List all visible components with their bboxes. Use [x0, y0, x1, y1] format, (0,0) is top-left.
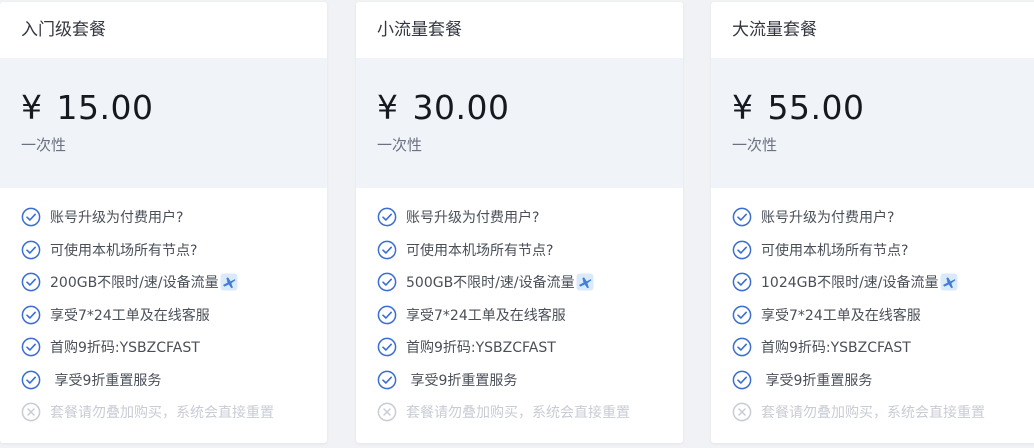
check-circle-icon [21, 207, 41, 227]
billing-period: 一次性 [732, 136, 778, 154]
price-value: 30.00 [412, 88, 510, 127]
check-circle-icon [21, 370, 41, 390]
billing-period: 一次性 [377, 136, 423, 154]
feature-text: 享受9折重置服务 [406, 372, 518, 389]
feature-text: 套餐请勿叠加购买，系统会直接重置 [50, 405, 274, 422]
check-circle-icon [732, 305, 752, 325]
check-circle-icon [377, 370, 397, 390]
feature-item: 首购9折码:YSBZCFAST [21, 331, 327, 364]
plan-title: 入门级套餐 [21, 20, 106, 40]
feature-item: 账号升级为付费用户? [377, 201, 683, 234]
feature-text: 首购9折码:YSBZCFAST [761, 340, 911, 357]
feature-list: 账号升级为付费用户? 可使用本机场所有节点? 1024GB不限时/速/设备流量 … [711, 188, 1034, 429]
feature-item: 200GB不限时/速/设备流量 [21, 266, 327, 299]
currency-symbol: ¥ [732, 88, 754, 127]
feature-item: 可使用本机场所有节点? [732, 234, 1034, 267]
feature-item: 享受7*24工单及在线客服 [377, 299, 683, 332]
feature-item: 可使用本机场所有节点? [21, 234, 327, 267]
plan-card-large[interactable]: 大流量套餐 ¥55.00 一次性 账号升级为付费用户? 可使用本机场所有节点? … [711, 2, 1034, 443]
airplane-icon [220, 273, 238, 291]
check-circle-icon [21, 305, 41, 325]
feature-text: 可使用本机场所有节点? [50, 242, 198, 259]
plan-card-small[interactable]: 小流量套餐 ¥30.00 一次性 账号升级为付费用户? 可使用本机场所有节点? … [356, 2, 683, 443]
feature-text: 可使用本机场所有节点? [761, 242, 909, 259]
check-circle-icon [732, 370, 752, 390]
price-block: ¥15.00 一次性 [0, 58, 327, 188]
feature-list: 账号升级为付费用户? 可使用本机场所有节点? 500GB不限时/速/设备流量 享… [356, 188, 683, 429]
check-circle-icon [21, 272, 41, 292]
feature-text: 可使用本机场所有节点? [406, 242, 554, 259]
price-value: 15.00 [56, 88, 154, 127]
plan-price: ¥55.00 [732, 58, 1034, 130]
feature-item: 可使用本机场所有节点? [377, 234, 683, 267]
feature-text: 500GB不限时/速/设备流量 [406, 275, 575, 292]
plan-title: 大流量套餐 [732, 20, 817, 40]
check-circle-icon [732, 240, 752, 260]
feature-item: 享受7*24工单及在线客服 [21, 299, 327, 332]
feature-text: 享受9折重置服务 [50, 372, 162, 389]
price-block: ¥30.00 一次性 [356, 58, 683, 188]
airplane-icon [576, 273, 594, 291]
check-circle-icon [21, 337, 41, 357]
feature-item-disabled: 套餐请勿叠加购买，系统会直接重置 [21, 396, 327, 429]
feature-text: 1024GB不限时/速/设备流量 [761, 275, 939, 292]
currency-symbol: ¥ [377, 88, 399, 127]
feature-text: 套餐请勿叠加购买，系统会直接重置 [761, 405, 985, 422]
feature-text: 享受9折重置服务 [761, 372, 873, 389]
plan-price: ¥15.00 [21, 58, 327, 130]
feature-text: 账号升级为付费用户? [761, 210, 895, 227]
airplane-icon [940, 273, 958, 291]
feature-text: 套餐请勿叠加购买，系统会直接重置 [406, 405, 630, 422]
currency-symbol: ¥ [21, 88, 43, 127]
feature-text: 200GB不限时/速/设备流量 [50, 275, 219, 292]
feature-item: 账号升级为付费用户? [732, 201, 1034, 234]
check-circle-icon [732, 207, 752, 227]
price-block: ¥55.00 一次性 [711, 58, 1034, 188]
check-circle-icon [732, 272, 752, 292]
price-value: 55.00 [767, 88, 865, 127]
feature-text: 账号升级为付费用户? [406, 210, 540, 227]
check-circle-icon [377, 240, 397, 260]
feature-text: 首购9折码:YSBZCFAST [50, 340, 200, 357]
feature-item: 享受9折重置服务 [21, 364, 327, 397]
feature-item: 500GB不限时/速/设备流量 [377, 266, 683, 299]
feature-item: 享受9折重置服务 [732, 364, 1034, 397]
plan-title: 小流量套餐 [377, 20, 462, 40]
feature-item: 1024GB不限时/速/设备流量 [732, 266, 1034, 299]
billing-period: 一次性 [21, 136, 67, 154]
check-circle-icon [377, 305, 397, 325]
feature-text: 享受7*24工单及在线客服 [406, 307, 566, 324]
feature-text: 享受7*24工单及在线客服 [761, 307, 921, 324]
plan-price: ¥30.00 [377, 58, 683, 130]
check-circle-icon [732, 337, 752, 357]
check-circle-icon [377, 337, 397, 357]
feature-item: 首购9折码:YSBZCFAST [377, 331, 683, 364]
check-circle-icon [21, 240, 41, 260]
feature-text: 享受7*24工单及在线客服 [50, 307, 210, 324]
feature-list: 账号升级为付费用户? 可使用本机场所有节点? 200GB不限时/速/设备流量 享… [0, 188, 327, 429]
feature-text: 首购9折码:YSBZCFAST [406, 340, 556, 357]
x-circle-icon [732, 402, 752, 422]
feature-item-disabled: 套餐请勿叠加购买，系统会直接重置 [732, 396, 1034, 429]
x-circle-icon [21, 402, 41, 422]
feature-item: 首购9折码:YSBZCFAST [732, 331, 1034, 364]
feature-item-disabled: 套餐请勿叠加购买，系统会直接重置 [377, 396, 683, 429]
check-circle-icon [377, 272, 397, 292]
feature-item: 享受7*24工单及在线客服 [732, 299, 1034, 332]
feature-text: 账号升级为付费用户? [50, 210, 184, 227]
x-circle-icon [377, 402, 397, 422]
check-circle-icon [377, 207, 397, 227]
feature-item: 账号升级为付费用户? [21, 201, 327, 234]
feature-item: 享受9折重置服务 [377, 364, 683, 397]
plan-card-entry[interactable]: 入门级套餐 ¥15.00 一次性 账号升级为付费用户? 可使用本机场所有节点? … [0, 2, 327, 443]
